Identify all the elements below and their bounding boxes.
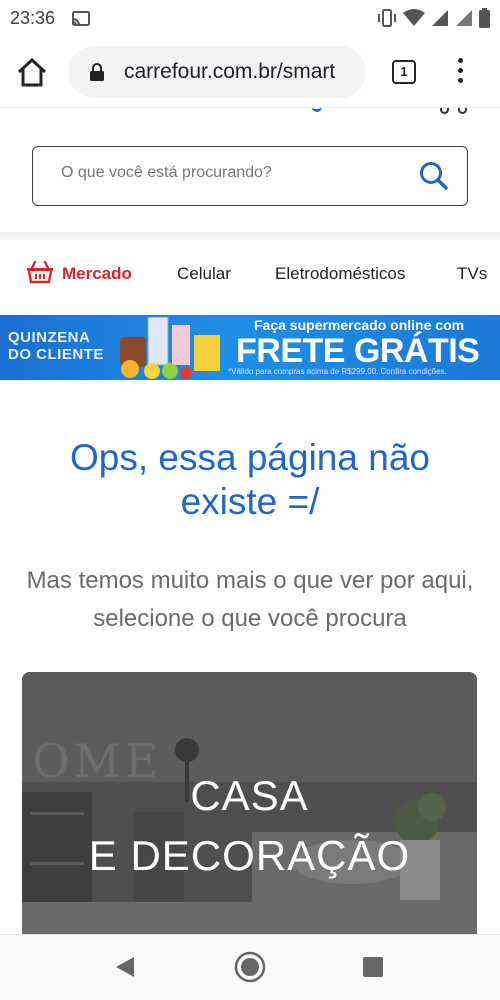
tab-switcher-button[interactable]: 1 xyxy=(392,60,416,84)
recents-button[interactable] xyxy=(362,956,384,983)
category-item-celular[interactable]: Celular xyxy=(177,264,231,284)
status-bar: 23:36 xyxy=(0,0,500,36)
promo-products-image xyxy=(120,317,220,379)
section-divider xyxy=(0,232,500,240)
promo-campaign-line: DO CLIENTE xyxy=(8,346,104,363)
system-navigation-bar xyxy=(0,934,500,1000)
home-circle-icon xyxy=(234,951,266,983)
header-fragment-icon xyxy=(458,108,467,114)
category-card-casa-decoracao[interactable]: OME CASA E DECORAÇÃO xyxy=(22,672,477,934)
card-title-line: CASA xyxy=(190,772,309,819)
browser-toolbar: carrefour.com.br/smart 1 xyxy=(0,36,500,108)
signal-icon-2 xyxy=(455,9,473,32)
cast-icon xyxy=(72,11,90,32)
signal-icon xyxy=(431,9,449,32)
category-label: Mercado xyxy=(62,263,132,283)
status-time: 23:36 xyxy=(10,8,56,28)
status-icons xyxy=(377,8,490,33)
battery-icon xyxy=(479,8,490,33)
lock-icon xyxy=(90,63,104,86)
overflow-menu-button[interactable] xyxy=(455,58,465,88)
error-title: Ops, essa página não existe =/ xyxy=(70,437,430,522)
url-text: carrefour.com.br/smart xyxy=(124,60,336,83)
promo-main-text: FRETE GRÁTIS xyxy=(236,332,480,370)
card-title-line: E DECORAÇÃO xyxy=(88,832,411,879)
back-button[interactable] xyxy=(114,955,136,984)
search-input[interactable] xyxy=(61,164,401,182)
promo-headline: Faça supermercado online com xyxy=(254,317,465,333)
promo-disclaimer: *Válido para compras acima de R$299,00. … xyxy=(228,367,447,376)
basket-icon xyxy=(26,258,54,289)
home-icon xyxy=(17,58,47,87)
category-item-eletrodomesticos[interactable]: Eletrodomésticos xyxy=(275,264,405,284)
wifi-icon xyxy=(403,9,425,32)
menu-dot-icon xyxy=(457,78,463,83)
category-nav: Mercado Celular Eletrodomésticos TVs xyxy=(0,248,500,300)
back-icon xyxy=(116,957,134,977)
home-nav-button[interactable] xyxy=(234,951,266,988)
search-icon[interactable] xyxy=(419,161,449,196)
menu-dot-icon xyxy=(457,58,463,63)
search-box[interactable] xyxy=(32,146,468,206)
scrolled-header-remnant xyxy=(0,108,500,128)
promo-banner[interactable]: QUINZENA DO CLIENTE Faça supermercado on… xyxy=(0,315,500,380)
header-fragment-icon xyxy=(312,108,322,112)
header-fragment-icon xyxy=(440,108,449,114)
menu-dot-icon xyxy=(457,68,463,73)
home-button[interactable] xyxy=(16,58,48,88)
promo-campaign-label: QUINZENA DO CLIENTE xyxy=(8,329,104,363)
error-subtitle: Mas temos muito mais o que ver por aqui,… xyxy=(26,567,474,632)
promo-campaign-line: QUINZENA xyxy=(8,329,91,346)
address-bar[interactable]: carrefour.com.br/smart xyxy=(68,46,366,98)
category-item-tvs[interactable]: TVs xyxy=(457,264,487,284)
vibrate-icon xyxy=(377,9,397,32)
recents-icon xyxy=(363,957,383,977)
category-item-mercado[interactable]: Mercado xyxy=(26,258,132,289)
